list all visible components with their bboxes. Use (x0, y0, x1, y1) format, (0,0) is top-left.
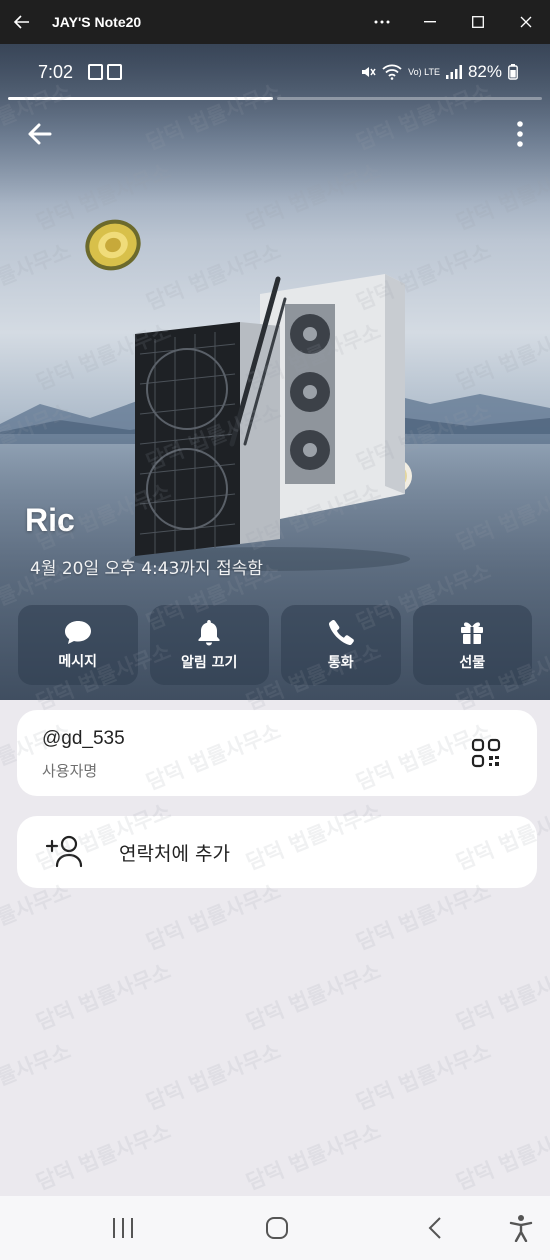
close-icon (520, 16, 532, 28)
window-more-button[interactable] (358, 0, 406, 44)
window-title: JAY'S Note20 (52, 14, 142, 30)
system-navigation-bar (0, 1196, 550, 1260)
watermark-text: 담덕 법률사무소 (453, 1119, 550, 1195)
wifi-icon (382, 64, 402, 80)
home-button[interactable] (262, 1214, 292, 1242)
username-card[interactable]: @gd_535 사용자명 (17, 710, 537, 796)
window-close-button[interactable] (502, 0, 550, 44)
call-button-label: 통화 (327, 655, 354, 671)
mute-notifications-label: 알림 끄기 (181, 655, 238, 671)
mute-notifications-button[interactable]: 알림 끄기 (149, 605, 269, 685)
watermark-text: 담덕 법률사무소 (0, 879, 74, 955)
watermark-text: 담덕 법률사무소 (0, 1039, 74, 1115)
home-icon (266, 1217, 288, 1239)
watermark-text: 담덕 법률사무소 (33, 1119, 174, 1195)
watermark-text: 담덕 법률사무소 (143, 1039, 284, 1115)
call-button[interactable]: 통화 (281, 605, 401, 685)
add-person-icon (45, 835, 83, 868)
watermark-text: 담덕 법률사무소 (453, 959, 550, 1035)
more-vertical-icon (517, 121, 523, 147)
notification-icon (107, 64, 122, 80)
chat-bubble-icon (64, 621, 91, 644)
profile-actions: 메시지 알림 끄기 통화 선물 (18, 605, 532, 685)
watermark-text: 담덕 법률사무소 (243, 1119, 384, 1195)
message-button[interactable]: 메시지 (18, 605, 138, 685)
arrow-left-icon (13, 15, 29, 29)
username: @gd_535 (42, 728, 125, 749)
progress-segment (8, 97, 273, 100)
arrow-left-icon (28, 123, 52, 145)
back-button[interactable] (24, 118, 56, 150)
progress-segment (277, 97, 542, 100)
bell-icon (198, 620, 220, 646)
mute-icon (362, 67, 376, 77)
coin-image (85, 219, 141, 271)
profile-hero: 7:02 Vo) LTE 82% Ric 4월 20일 오후 4:43까지 접속… (0, 44, 550, 700)
watermark-text: 담덕 법률사무소 (243, 959, 384, 1035)
notification-icons (88, 64, 122, 80)
window-minimize-button[interactable] (406, 0, 454, 44)
status-time: 7:02 (38, 62, 74, 82)
miner-machine-image (130, 274, 410, 571)
maximize-icon (472, 16, 484, 28)
gift-button[interactable]: 선물 (412, 605, 532, 685)
network-type: Vo) LTE (408, 67, 440, 77)
gift-icon (461, 622, 484, 644)
add-contact-label: 연락처에 추가 (119, 843, 230, 865)
watermark-text: 담덕 법률사무소 (353, 1039, 494, 1115)
more-horizontal-icon (374, 20, 390, 24)
notification-icon (88, 64, 103, 80)
watermark-text: 담덕 법률사무소 (33, 959, 174, 1035)
window-titlebar: JAY'S Note20 (0, 0, 550, 44)
chevron-left-icon (428, 1217, 441, 1239)
last-seen-status: 4월 20일 오후 4:43까지 접속함 (30, 559, 263, 579)
message-button-label: 메시지 (58, 654, 98, 670)
window-back-button[interactable] (0, 0, 44, 44)
recent-apps-icon (113, 1218, 133, 1238)
gift-button-label: 선물 (459, 655, 486, 671)
add-contact-card[interactable]: 연락처에 추가 (17, 816, 537, 888)
qr-code-icon (471, 738, 501, 768)
more-options-button[interactable] (508, 118, 532, 150)
story-progress (8, 97, 542, 100)
watermark-text: 담덕 법률사무소 (353, 879, 494, 955)
phone-status-bar: 7:02 Vo) LTE 82% (0, 44, 550, 98)
accessibility-icon (509, 1215, 533, 1242)
window-maximize-button[interactable] (454, 0, 502, 44)
watermark-text: 담덕 법률사무소 (143, 879, 284, 955)
accessibility-button[interactable] (506, 1214, 536, 1242)
battery-icon (508, 64, 518, 80)
back-nav-button[interactable] (420, 1214, 450, 1242)
battery-percent: 82% (467, 62, 502, 81)
qr-code-button[interactable] (471, 738, 501, 768)
signal-icon (445, 65, 462, 79)
phone-icon (328, 619, 354, 646)
minimize-icon (424, 21, 436, 23)
username-label: 사용자명 (42, 762, 98, 780)
profile-name: Ric (25, 502, 75, 538)
recent-apps-button[interactable] (108, 1214, 138, 1242)
